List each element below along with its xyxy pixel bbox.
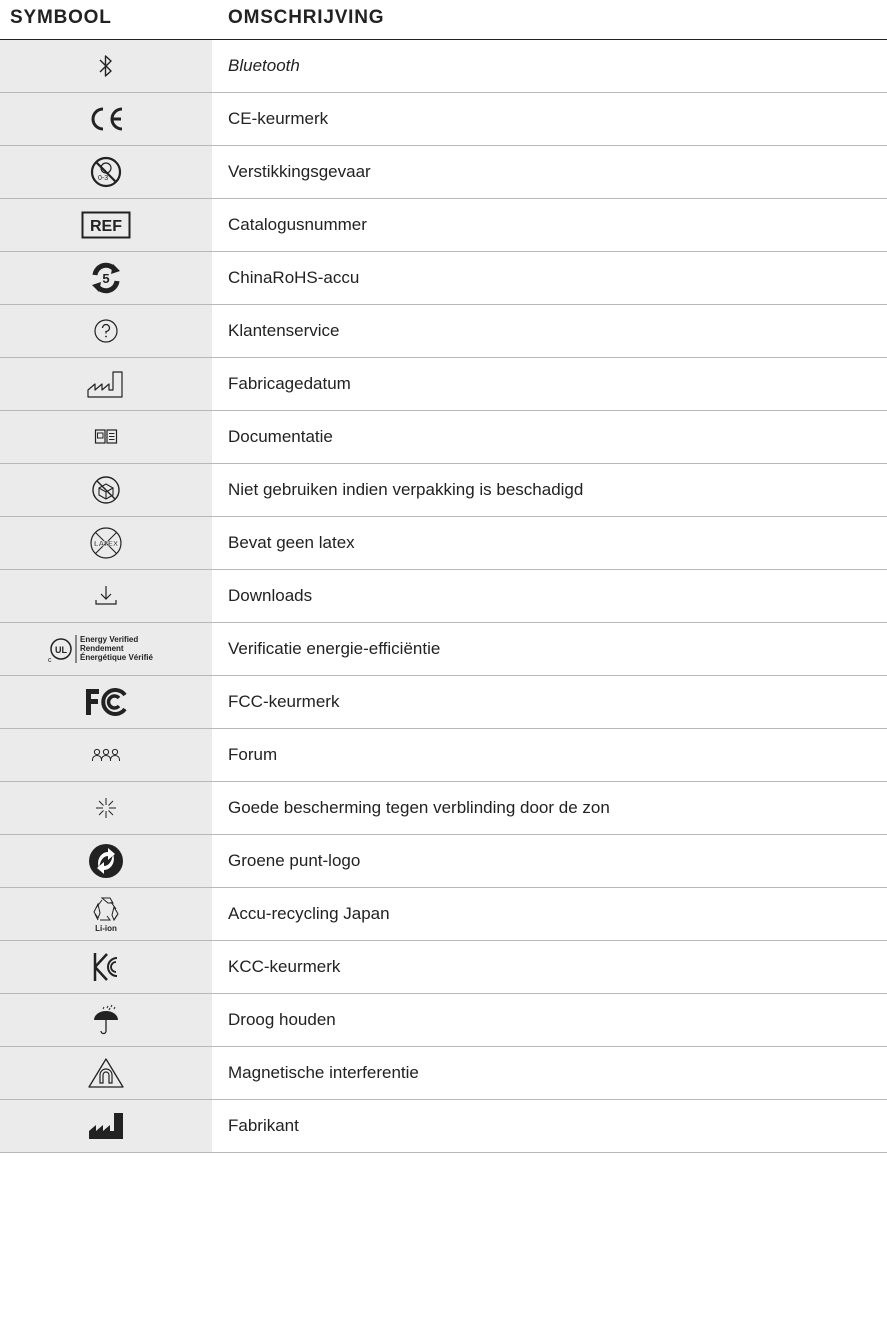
svg-text:Rendement: Rendement: [80, 644, 124, 653]
table-row: CE-keurmerk: [0, 93, 887, 146]
symbol-cell: [0, 305, 212, 357]
symbol-cell: 0-3: [0, 146, 212, 198]
svg-text:5: 5: [102, 271, 109, 286]
column-header-description: OMSCHRIJVING: [228, 7, 385, 28]
description-cell: Magnetische interferentie: [228, 1063, 419, 1082]
kcc-icon: [93, 953, 118, 981]
symbol-cell: [0, 782, 212, 834]
column-header-symbol: SYMBOOL: [10, 7, 112, 28]
symbol-cell: [0, 835, 212, 887]
symbol-cell: REF: [0, 199, 212, 251]
table-row: Fabrikant: [0, 1100, 887, 1153]
table-row: Klantenservice: [0, 305, 887, 358]
description-cell: Fabrikant: [228, 1116, 299, 1135]
table-row: LATEX Bevat geen latex: [0, 517, 887, 570]
table-row: Niet gebruiken indien verpakking is besc…: [0, 464, 887, 517]
manufacture-date-icon: [87, 371, 123, 398]
symbol-cell: c UL Energy Verified Rendement Énergétiq…: [0, 623, 212, 675]
description-cell: Groene punt-logo: [228, 851, 361, 870]
table-row: Documentatie: [0, 411, 887, 464]
symbol-cell: [0, 40, 212, 92]
description-cell: Documentatie: [228, 427, 333, 446]
symbol-cell: [0, 358, 212, 410]
description-cell: ChinaRoHS-accu: [228, 268, 360, 287]
table-row: Bluetooth: [0, 40, 887, 93]
svg-text:UL: UL: [55, 645, 67, 655]
symbol-cell: [0, 464, 212, 516]
download-icon: [95, 586, 117, 605]
table-row: 5 ChinaRoHS-accu: [0, 252, 887, 305]
symbol-cell: Li-ion: [0, 888, 212, 940]
no-latex-icon: LATEX: [90, 527, 122, 559]
table-row: 0-3 Verstikkingsgevaar: [0, 146, 887, 199]
symbol-cell: [0, 411, 212, 463]
symbol-cell: LATEX: [0, 517, 212, 569]
symbol-cell: 5: [0, 252, 212, 304]
table-row: FCC-keurmerk: [0, 676, 887, 729]
svg-text:Énergétique Vérifié: Énergétique Vérifié: [80, 653, 153, 662]
svg-text:REF: REF: [90, 218, 122, 235]
description-cell: KCC-keurmerk: [228, 957, 341, 976]
description-cell: Catalogusnummer: [228, 215, 367, 234]
table-row: REF Catalogusnummer: [0, 199, 887, 252]
description-cell: Downloads: [228, 586, 313, 605]
symbol-cell: [0, 1100, 212, 1152]
symbol-cell: [0, 676, 212, 728]
description-cell: Bluetooth: [228, 56, 300, 75]
description-cell: Bevat geen latex: [228, 533, 355, 552]
description-cell: Accu-recycling Japan: [228, 904, 390, 923]
symbol-cell: [0, 941, 212, 993]
documentation-icon: [94, 429, 118, 444]
description-cell: Forum: [228, 745, 278, 764]
description-cell: Verstikkingsgevaar: [228, 162, 371, 181]
svg-text:Li-ion: Li-ion: [95, 924, 117, 933]
choking-hazard-icon: 0-3: [90, 156, 122, 188]
magnetic-interference-icon: [88, 1058, 124, 1088]
description-cell: Klantenservice: [228, 321, 340, 340]
table-row: Magnetische interferentie: [0, 1047, 887, 1100]
ul-energy-icon: c UL Energy Verified Rendement Énergétiq…: [48, 635, 153, 664]
description-cell: Droog houden: [228, 1010, 336, 1029]
table-row: Li-ion Accu-recycling Japan: [0, 888, 887, 941]
sun-glare-icon: [96, 798, 116, 818]
description-cell: CE-keurmerk: [228, 109, 329, 128]
table-header: SYMBOOL OMSCHRIJVING: [0, 0, 887, 40]
keep-dry-icon: [94, 1004, 118, 1035]
fcc-icon: [86, 688, 127, 716]
symbol-cell: [0, 1047, 212, 1099]
manufacturer-icon: [89, 1113, 123, 1139]
damaged-package-icon: [92, 476, 120, 504]
description-cell: Goede bescherming tegen verblinding door…: [228, 798, 610, 817]
symbol-cell: [0, 570, 212, 622]
ce-mark-icon: [91, 107, 123, 131]
table-row: Forum: [0, 729, 887, 782]
svg-text:0-3: 0-3: [98, 175, 108, 182]
table-row: Downloads: [0, 570, 887, 623]
svg-text:LATEX: LATEX: [94, 539, 118, 548]
ref-icon: REF: [81, 211, 131, 239]
table-row: Goede bescherming tegen verblinding door…: [0, 782, 887, 835]
svg-text:c: c: [48, 657, 52, 664]
description-cell: Niet gebruiken indien verpakking is besc…: [228, 480, 584, 499]
table-row: Groene punt-logo: [0, 835, 887, 888]
description-cell: Verificatie energie-efficiëntie: [228, 639, 441, 658]
table-row: c UL Energy Verified Rendement Énergétiq…: [0, 623, 887, 676]
symbol-cell: [0, 729, 212, 781]
table-row: KCC-keurmerk: [0, 941, 887, 994]
china-rohs-icon: 5: [92, 262, 120, 294]
description-cell: Fabricagedatum: [228, 374, 351, 393]
table-row: Droog houden: [0, 994, 887, 1047]
bluetooth-icon: [99, 55, 112, 77]
forum-icon: [92, 748, 120, 761]
svg-text:Energy Verified: Energy Verified: [80, 635, 138, 644]
green-dot-icon: [89, 844, 123, 878]
symbol-cell: [0, 994, 212, 1046]
table-row: Fabricagedatum: [0, 358, 887, 411]
question-icon: [94, 319, 118, 343]
li-ion-recycling-icon: Li-ion: [93, 897, 119, 933]
symbol-cell: [0, 93, 212, 145]
description-cell: FCC-keurmerk: [228, 692, 340, 711]
